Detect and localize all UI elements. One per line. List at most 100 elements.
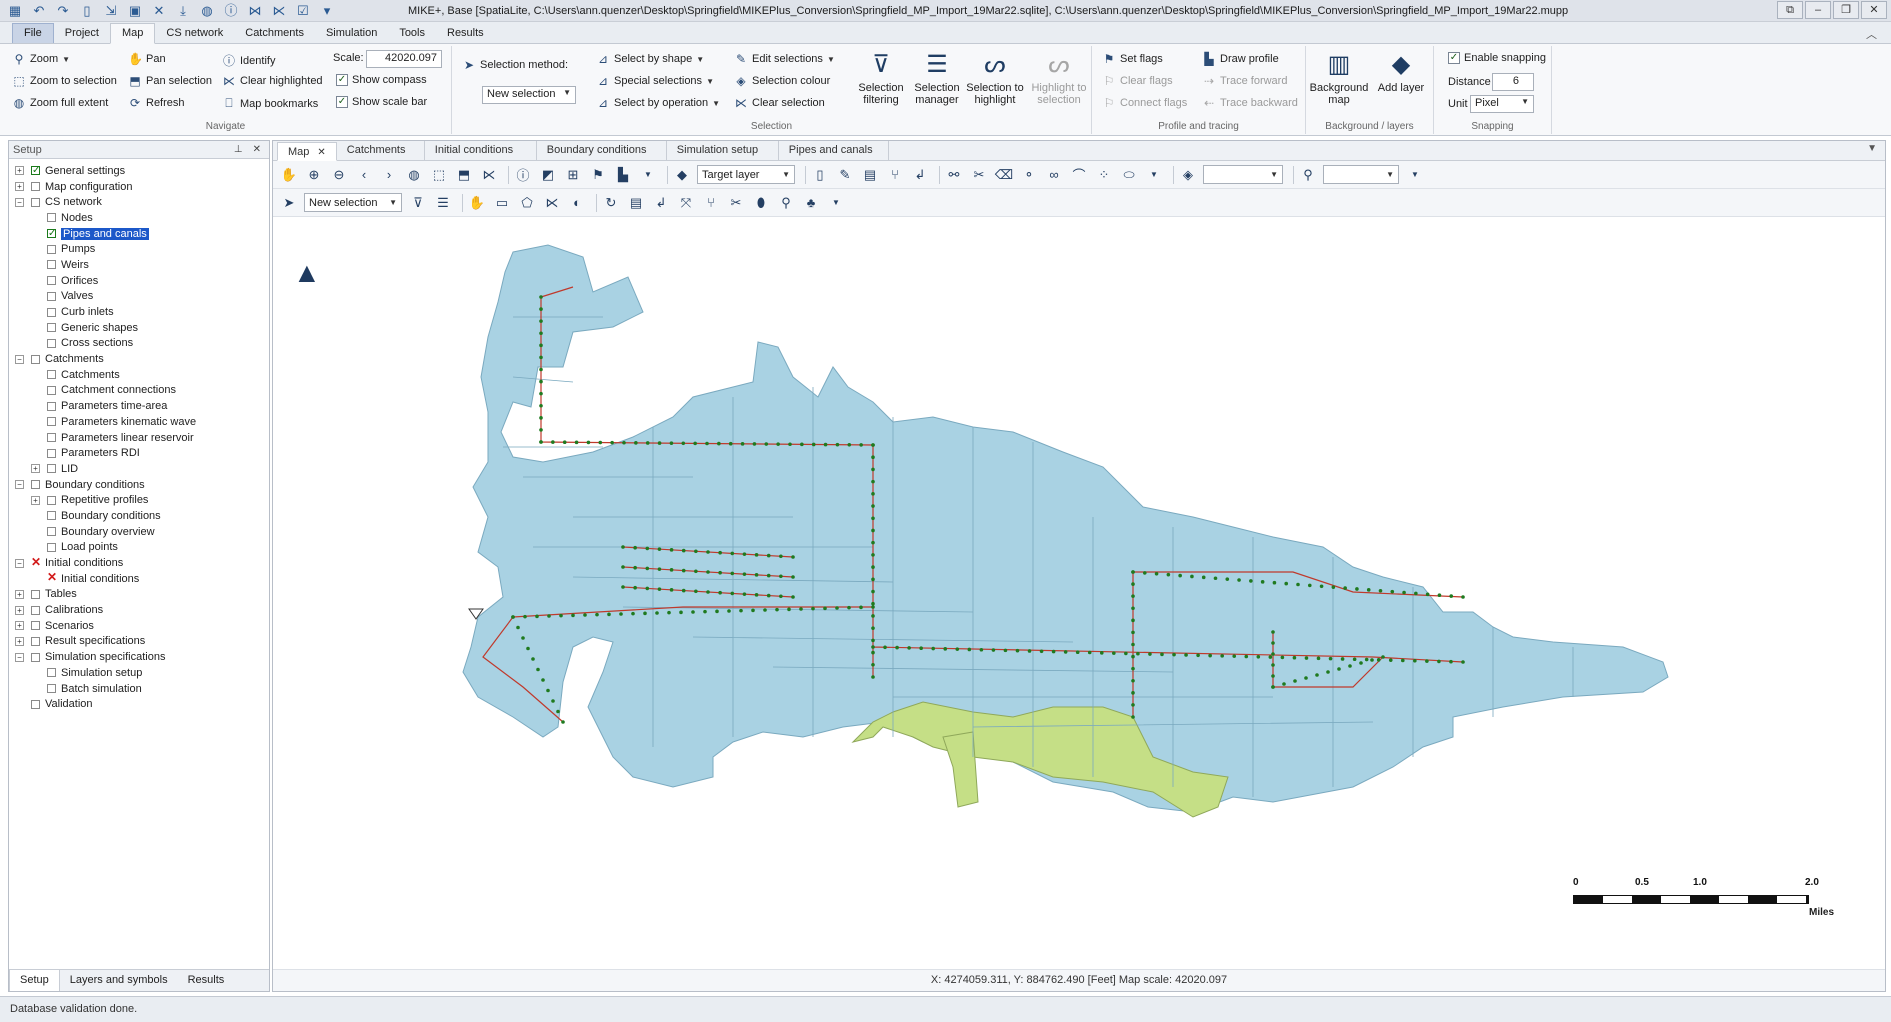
tab-results-panel[interactable]: Results xyxy=(178,970,235,991)
collapse-icon[interactable]: − xyxy=(15,354,24,364)
chevron-down-icon[interactable]: ▼ xyxy=(638,165,658,185)
layer-filter-dropdown[interactable]: ▼ xyxy=(1203,165,1283,184)
tab-results[interactable]: Results xyxy=(436,24,495,43)
tree-item[interactable]: ✕ Initial conditions xyxy=(9,571,267,587)
tree-item[interactable]: Validation xyxy=(9,696,267,712)
ribbon-collapse-icon[interactable]: ︿ xyxy=(1866,26,1877,42)
clear-selection-icon[interactable]: ⋉ xyxy=(542,193,562,213)
forward-icon[interactable]: › xyxy=(379,165,399,185)
undo-icon[interactable]: ↶ xyxy=(30,3,48,19)
globe-icon[interactable]: ◍ xyxy=(404,165,424,185)
tree-item[interactable]: + Tables xyxy=(9,587,267,603)
selection-filtering-button[interactable]: ⊽ Selection filtering xyxy=(850,50,912,106)
expand-icon[interactable]: + xyxy=(15,621,24,631)
download-icon[interactable]: ⤓ xyxy=(174,3,192,19)
tree-item[interactable]: Boundary overview xyxy=(9,524,267,540)
new-selection-dropdown[interactable]: New selection ▼ xyxy=(304,193,402,212)
tree-item[interactable]: Weirs xyxy=(9,257,267,273)
zoom-selection-icon[interactable]: ⬚ xyxy=(429,165,449,185)
trace-forward-button[interactable]: ⇢ Trace forward xyxy=(1202,74,1287,88)
hand-select-icon[interactable]: ✋ xyxy=(467,193,487,213)
chevron-down-icon[interactable]: ▼ xyxy=(826,193,846,213)
target-layer-dropdown[interactable]: Target layer ▼ xyxy=(697,165,795,184)
tree-item[interactable]: Boundary conditions xyxy=(9,508,267,524)
tree-item[interactable]: Nodes xyxy=(9,210,267,226)
tree-item[interactable]: − Catchments xyxy=(9,351,267,367)
tree-item[interactable]: + ✓ General settings xyxy=(9,163,267,179)
search-icon[interactable]: ⚲ xyxy=(1298,165,1318,185)
search-dropdown[interactable]: ▼ xyxy=(1323,165,1399,184)
selection-manager-button[interactable]: ☰ Selection manager xyxy=(906,50,968,106)
tab-tools[interactable]: Tools xyxy=(388,24,436,43)
highlight-to-selection-button[interactable]: ᔕ Highlight to selection xyxy=(1026,50,1092,106)
customize-dropdown-icon[interactable]: ▾ xyxy=(318,3,336,19)
flag-icon[interactable]: ⚑ xyxy=(588,165,608,185)
grid-globe-icon[interactable]: ⊞ xyxy=(563,165,583,185)
zoom-to-selection-button[interactable]: ⬚ Zoom to selection xyxy=(12,74,117,88)
node-pair-icon[interactable]: ∞ xyxy=(1044,165,1064,185)
tree-item[interactable]: Orifices xyxy=(9,273,267,289)
identify-button[interactable]: ⓘ Identify xyxy=(222,52,275,69)
link-icon[interactable]: ⚯ xyxy=(944,165,964,185)
tab-simulation[interactable]: Simulation xyxy=(315,24,388,43)
show-scale-bar-checkbox[interactable]: ✓ Show scale bar xyxy=(336,96,427,108)
tree-item[interactable]: Parameters linear reservoir xyxy=(9,430,267,446)
arc-icon[interactable]: ⌒ xyxy=(1069,165,1089,185)
map-bookmarks-button[interactable]: ⎕ Map bookmarks xyxy=(222,96,318,111)
new-feature-icon[interactable]: ▯ xyxy=(810,165,830,185)
tree-item[interactable]: Curb inlets xyxy=(9,304,267,320)
tree-item[interactable]: + LID xyxy=(9,461,267,477)
clear-highlighted-button[interactable]: ⋉ Clear highlighted xyxy=(222,74,323,88)
tree-item[interactable]: − CS network xyxy=(9,194,267,210)
polygon-select-icon[interactable]: ⬠ xyxy=(517,193,537,213)
layer-stack-icon[interactable]: ◈ xyxy=(1178,165,1198,185)
close-button[interactable]: ✕ xyxy=(1861,1,1887,19)
rectangle-select-icon[interactable]: ▭ xyxy=(492,193,512,213)
scale-input[interactable]: 42020.097 xyxy=(366,50,442,68)
connect-nodes-icon[interactable]: ⚬ xyxy=(1019,165,1039,185)
unit-dropdown[interactable]: Pixel ▼ xyxy=(1470,95,1534,113)
tooltip-icon[interactable]: ◩ xyxy=(538,165,558,185)
tag-icon[interactable]: ⬭ xyxy=(1119,165,1139,185)
special-selections-button[interactable]: ⊿ Special selections ▼ xyxy=(596,74,714,88)
select-by-operation-button[interactable]: ⊿ Select by operation ▼ xyxy=(596,96,720,110)
set-flags-button[interactable]: ⚑ Set flags xyxy=(1102,52,1163,66)
tree-item[interactable]: + Calibrations xyxy=(9,602,267,618)
tree-item[interactable]: Batch simulation xyxy=(9,681,267,697)
doc-tab-simulation-setup[interactable]: Simulation setup xyxy=(667,141,779,160)
pan-button[interactable]: ✋ Pan xyxy=(128,52,166,66)
zoom-out-icon[interactable]: ⊖ xyxy=(329,165,349,185)
expand-icon[interactable]: + xyxy=(15,589,24,599)
close-icon[interactable]: ✕ xyxy=(253,144,261,155)
clear-selection-button[interactable]: ⋉ Clear selection xyxy=(734,96,825,110)
edit-selections-button[interactable]: ✎ Edit selections ▼ xyxy=(734,52,835,66)
refresh-button[interactable]: ⟳ Refresh xyxy=(128,96,185,110)
tab-setup[interactable]: Setup xyxy=(9,970,60,991)
globe-icon[interactable]: ◍ xyxy=(198,3,216,19)
tree-item[interactable]: − ✕ Initial conditions xyxy=(9,555,267,571)
delete-icon[interactable]: ▤ xyxy=(860,165,880,185)
tree-item[interactable]: Load points xyxy=(9,540,267,556)
zoom-in-icon[interactable]: ⊕ xyxy=(304,165,324,185)
open-file-icon[interactable]: ⇲ xyxy=(102,3,120,19)
dots-icon[interactable]: ⁘ xyxy=(1094,165,1114,185)
tree-item[interactable]: Parameters time-area xyxy=(9,398,267,414)
close-icon[interactable]: ✕ xyxy=(317,147,325,158)
close-x-icon[interactable]: ✕ xyxy=(150,3,168,19)
select-filter-icon[interactable]: ⋈ xyxy=(246,3,264,19)
pan-hand-icon[interactable]: ✋ xyxy=(279,165,299,185)
collapse-icon[interactable]: − xyxy=(15,480,24,490)
select-by-shape-button[interactable]: ⊿ Select by shape ▼ xyxy=(596,52,704,66)
save-icon[interactable]: ▣ xyxy=(126,3,144,19)
tab-project[interactable]: Project xyxy=(54,24,110,43)
trace-backward-button[interactable]: ⇠ Trace backward xyxy=(1202,96,1298,110)
collapse-icon[interactable]: − xyxy=(15,558,24,568)
tab-file[interactable]: File xyxy=(12,23,54,43)
zoom-full-extent-button[interactable]: ◍ Zoom full extent xyxy=(12,96,109,110)
pointer-icon[interactable]: ➤ xyxy=(279,193,299,213)
doc-tab-pipes-and-canals[interactable]: Pipes and canals xyxy=(779,141,889,160)
tab-layers-and-symbols[interactable]: Layers and symbols xyxy=(60,970,178,991)
invert-selection-icon[interactable]: ◐ xyxy=(567,193,587,213)
enable-snapping-checkbox[interactable]: ✓ Enable snapping xyxy=(1448,52,1546,64)
expand-icon[interactable]: + xyxy=(15,636,24,646)
